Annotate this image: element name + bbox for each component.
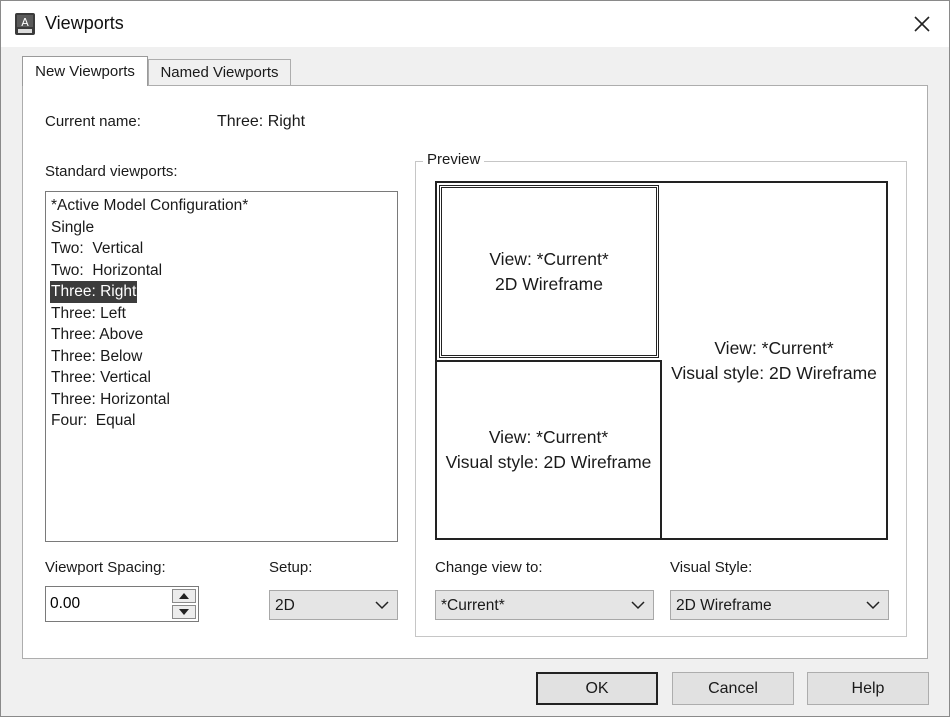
viewport-style-label: 2D Wireframe <box>495 273 603 294</box>
preview-legend: Preview <box>423 151 485 168</box>
preview-area: View: *Current* 2D Wireframe View: *Curr… <box>435 181 888 540</box>
viewport-view-label: View: *Current* <box>488 427 609 447</box>
viewport-view-label: View: *Current* <box>714 337 834 358</box>
viewport-spacing-label: Viewport Spacing: <box>45 559 166 576</box>
svg-text:A: A <box>21 16 29 29</box>
chevron-down-icon <box>375 601 389 610</box>
setup-label: Setup: <box>269 559 313 576</box>
viewport-spacing-spinner <box>45 586 199 622</box>
tab-named-viewports[interactable]: Named Viewports <box>148 59 291 85</box>
spin-up-button[interactable] <box>172 589 196 603</box>
setup-value: 2D <box>275 597 295 614</box>
viewport-style-label: Visual style: 2D Wireframe <box>445 452 652 472</box>
list-item[interactable]: Three: Vertical <box>50 367 152 389</box>
list-item[interactable]: Two: Horizontal <box>50 260 163 282</box>
list-item[interactable]: Three: Horizontal <box>50 389 171 411</box>
list-item-selected[interactable]: Three: Right <box>50 281 138 303</box>
cancel-button[interactable]: Cancel <box>672 672 794 705</box>
viewport-spacing-input[interactable] <box>46 587 172 621</box>
arrow-up-icon <box>179 593 189 599</box>
change-view-to-label: Change view to: <box>435 559 543 576</box>
close-button[interactable] <box>901 5 943 43</box>
close-icon <box>914 16 930 32</box>
list-item[interactable]: Two: Vertical <box>50 238 144 260</box>
visual-style-label: Visual Style: <box>670 559 753 576</box>
list-item[interactable]: Three: Below <box>50 346 143 368</box>
visual-style-value: 2D Wireframe <box>676 597 772 614</box>
current-name-label: Current name: <box>45 113 141 130</box>
list-item[interactable]: Single <box>50 217 95 239</box>
setup-dropdown[interactable]: 2D <box>269 590 398 620</box>
chevron-down-icon <box>866 601 880 610</box>
help-button[interactable]: Help <box>807 672 929 705</box>
list-item[interactable]: Four: Equal <box>50 410 136 432</box>
window-title: Viewports <box>45 13 124 33</box>
ok-button[interactable]: OK <box>536 672 658 705</box>
viewport-style-label: Visual style: 2D Wireframe <box>671 362 877 383</box>
standard-viewports-label: Standard viewports: <box>45 163 178 180</box>
viewport-bottom-left[interactable]: View: *Current* Visual style: 2D Wirefra… <box>437 360 662 538</box>
change-view-to-dropdown[interactable]: *Current* <box>435 590 654 620</box>
arrow-down-icon <box>179 609 189 615</box>
current-name-value: Three: Right <box>217 113 306 130</box>
visual-style-dropdown[interactable]: 2D Wireframe <box>670 590 889 620</box>
autocad-app-icon: A <box>14 12 36 36</box>
list-item[interactable]: Three: Above <box>50 324 144 346</box>
viewports-dialog: A Viewports New Viewports Named Viewport… <box>0 0 950 717</box>
viewport-top-left[interactable]: View: *Current* 2D Wireframe <box>439 185 659 358</box>
tab-new-viewports[interactable]: New Viewports <box>22 56 148 86</box>
list-item[interactable]: *Active Model Configuration* <box>50 195 249 217</box>
spin-down-button[interactable] <box>172 605 196 619</box>
viewport-right[interactable]: View: *Current* Visual style: 2D Wirefra… <box>662 183 886 538</box>
standard-viewports-list[interactable]: *Active Model Configuration* Single Two:… <box>45 191 398 542</box>
change-view-to-value: *Current* <box>441 597 505 614</box>
viewport-view-label: View: *Current* <box>489 248 609 269</box>
list-item[interactable]: Three: Left <box>50 303 127 325</box>
chevron-down-icon <box>631 601 645 610</box>
spinner-buttons <box>172 589 196 619</box>
title-bar: A Viewports <box>1 1 949 47</box>
